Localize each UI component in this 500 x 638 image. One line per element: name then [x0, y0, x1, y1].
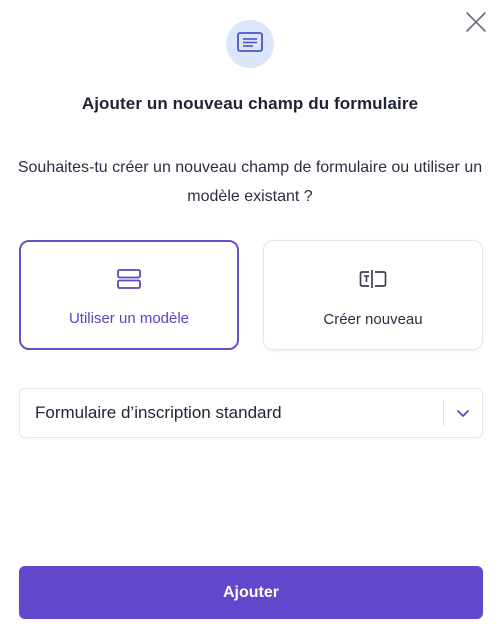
close-button[interactable]: [463, 11, 489, 37]
option-create-new-label: Créer nouveau: [323, 311, 423, 328]
option-create-new[interactable]: Créer nouveau: [263, 240, 483, 350]
template-select[interactable]: Formulaire d’inscription standard: [19, 388, 483, 438]
dialog-subtitle: Souhaites-tu créer un nouveau champ de f…: [17, 159, 483, 205]
chevron-down-icon[interactable]: [444, 389, 482, 437]
option-use-template[interactable]: Utiliser un modèle: [19, 240, 239, 350]
add-button[interactable]: Ajouter: [19, 566, 483, 619]
option-use-template-label: Utiliser un modèle: [68, 310, 190, 327]
dialog-title: Ajouter un nouveau champ du formulaire: [81, 94, 419, 113]
template-stack-icon: [117, 268, 141, 290]
template-select-value: Formulaire d’inscription standard: [35, 403, 282, 422]
close-icon: [465, 11, 487, 38]
text-field-icon: [359, 268, 387, 290]
form-icon: [237, 31, 263, 57]
header-icon-circle: [226, 20, 274, 68]
